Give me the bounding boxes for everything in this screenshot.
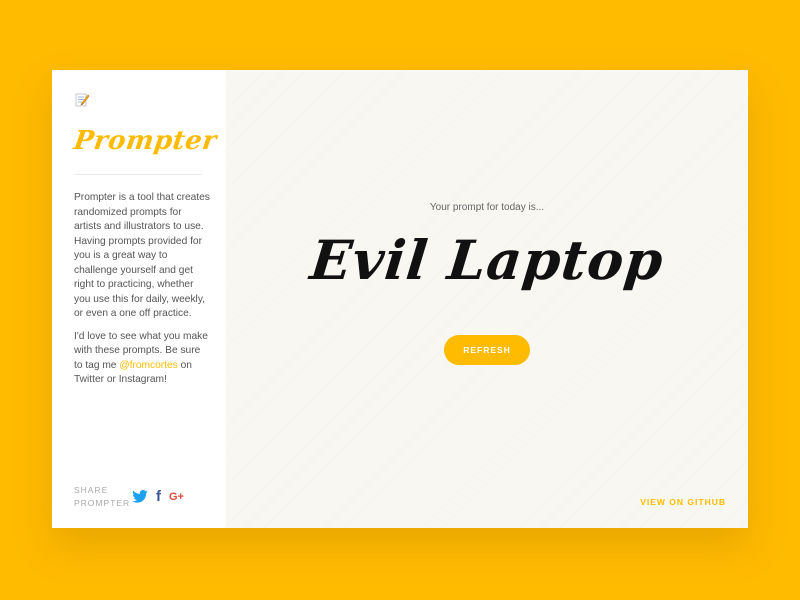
sidebar: Prompter Prompter is a tool that creates… bbox=[52, 70, 226, 528]
app-card: Prompter Prompter is a tool that creates… bbox=[52, 70, 748, 528]
twitter-handle-link[interactable]: @fromcortes bbox=[119, 360, 177, 371]
refresh-button[interactable]: REFRESH bbox=[444, 335, 530, 365]
share-bar: SHARE PROMPTER f G+ bbox=[74, 484, 184, 509]
prompt-panel: Your prompt for today is... Evil Laptop … bbox=[226, 70, 748, 528]
about-text: Prompter is a tool that creates randomiz… bbox=[74, 192, 210, 319]
google-plus-icon[interactable]: G+ bbox=[169, 491, 184, 503]
brand-logo[interactable]: Prompter bbox=[71, 122, 219, 160]
memo-pencil-icon bbox=[75, 93, 90, 107]
view-on-github-link[interactable]: VIEW ON GITHUB bbox=[640, 497, 726, 507]
twitter-bird-icon[interactable] bbox=[132, 490, 148, 503]
divider bbox=[74, 174, 202, 175]
share-label-line2: PROMPTER bbox=[74, 497, 131, 508]
prompt-intro: Your prompt for today is... bbox=[429, 202, 545, 213]
prompt-text: Evil Laptop bbox=[307, 228, 667, 292]
facebook-icon[interactable]: f bbox=[156, 488, 161, 505]
share-request-text: I'd love to see what you make with these… bbox=[74, 330, 210, 388]
share-label-line1: SHARE bbox=[74, 485, 109, 495]
share-label: SHARE PROMPTER bbox=[74, 484, 130, 509]
